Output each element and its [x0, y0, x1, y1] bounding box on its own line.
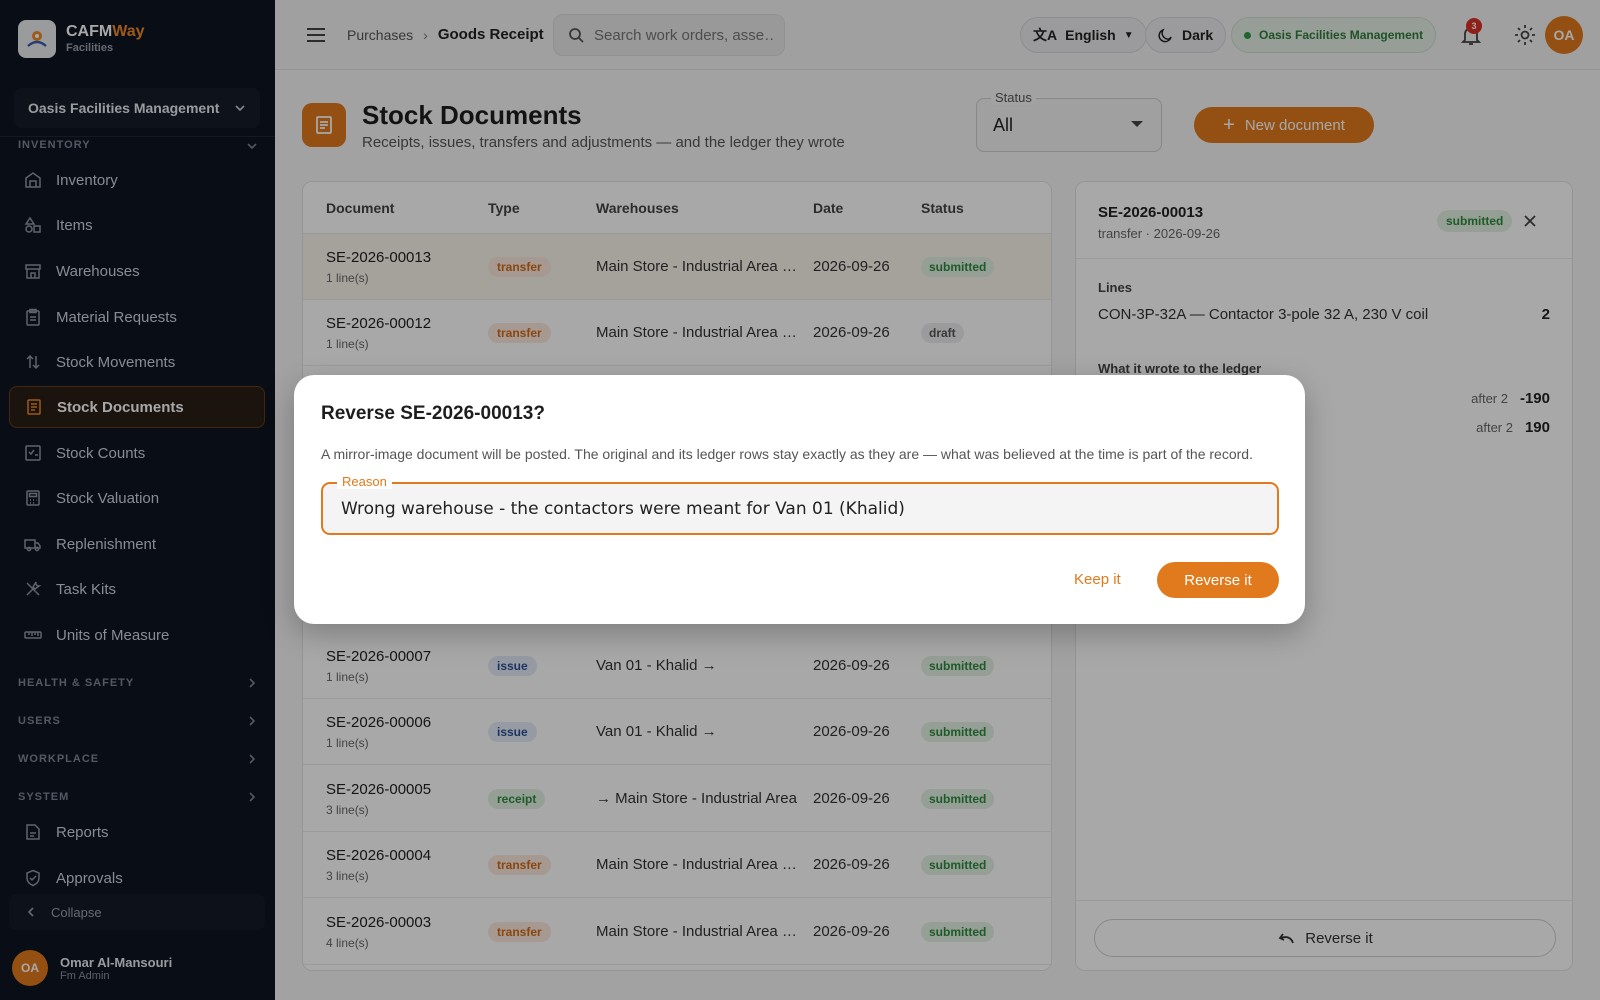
reverse-dialog: Reverse SE-2026-00013? A mirror-image do… [294, 375, 1305, 624]
dialog-title: Reverse SE-2026-00013? [321, 403, 545, 424]
reason-input[interactable] [341, 496, 1261, 522]
reason-field[interactable]: Reason [321, 474, 1279, 535]
keep-button[interactable]: Keep it [1074, 571, 1121, 588]
confirm-reverse-button[interactable]: Reverse it [1157, 562, 1279, 598]
dialog-description: A mirror-image document will be posted. … [321, 446, 1253, 462]
reason-label: Reason [337, 474, 392, 489]
